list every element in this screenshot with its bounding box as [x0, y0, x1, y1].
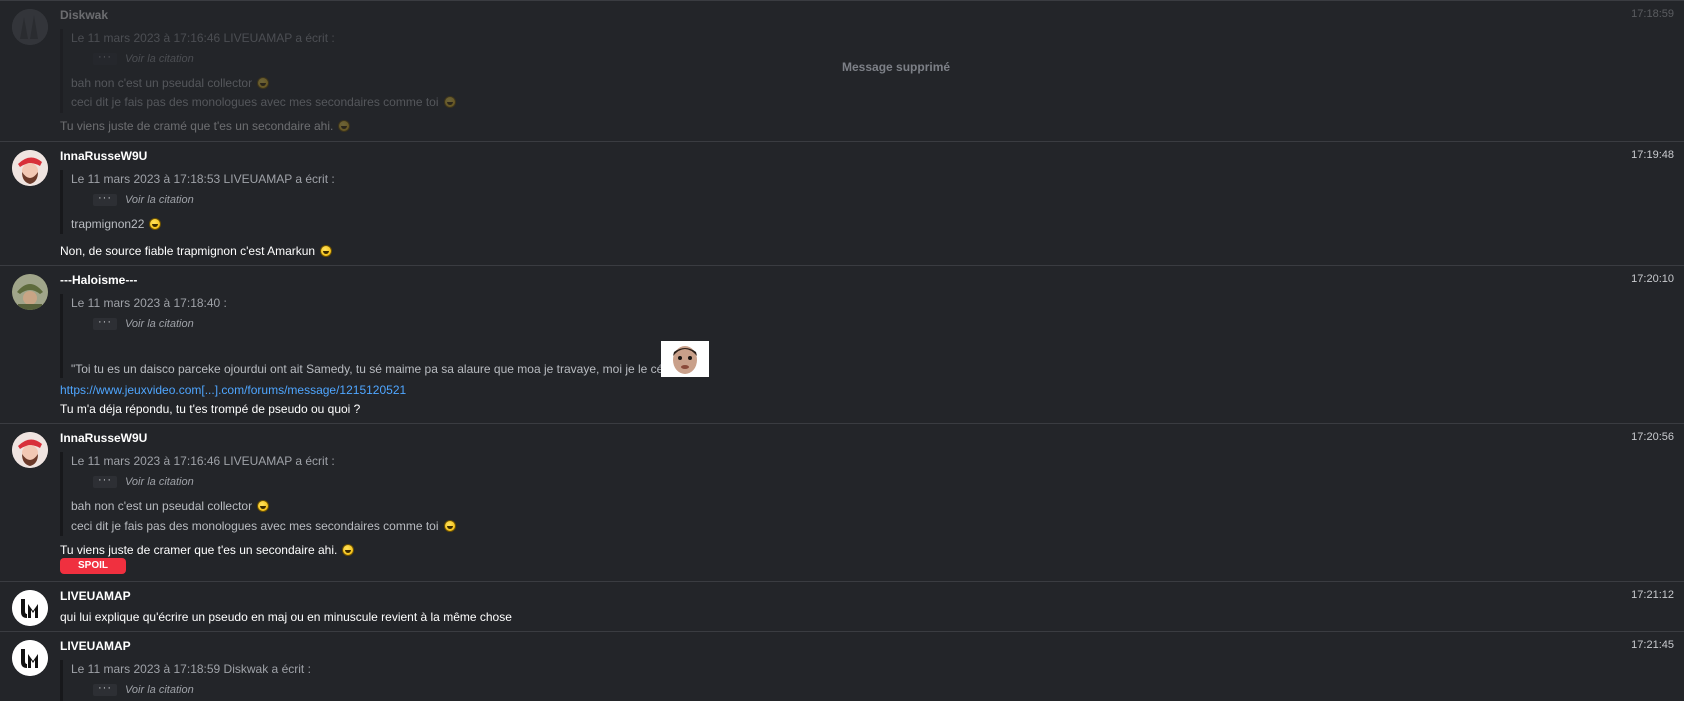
quote-header: Le 11 mars 2023 à 17:16:46 LIVEUAMAP a é… [71, 31, 335, 45]
quote-header: Le 11 mars 2023 à 17:16:46 LIVEUAMAP a é… [71, 454, 335, 468]
message-time: 17:21:45 [1631, 639, 1674, 651]
author-name[interactable]: LIVEUAMAP [60, 589, 131, 603]
author-name[interactable]: InnaRusseW9U [60, 431, 147, 445]
author-name[interactable]: InnaRusseW9U [60, 149, 147, 163]
smiley-icon [149, 218, 162, 230]
message-time: 17:20:10 [1631, 273, 1674, 285]
deleted-message-label: Message supprimé [842, 60, 951, 74]
more-dots-icon: ··· [93, 683, 117, 696]
quote-block: Le 11 mars 2023 à 17:16:46 LIVEUAMAP a é… [60, 452, 480, 536]
quote-line: ceci dit je fais pas des monologues avec… [71, 95, 456, 109]
message-time: 17:20:56 [1631, 431, 1674, 443]
more-dots-icon: ··· [93, 52, 117, 65]
message-time: 17:19:48 [1631, 149, 1674, 161]
message-time: 17:21:12 [1631, 589, 1674, 601]
smiley-icon [443, 520, 456, 532]
view-quote-label: Voir la citation [125, 684, 194, 696]
quote-text: ceci dit je fais pas des monologues avec… [71, 519, 439, 533]
message-item: LIVEUAMAP 17:21:45 Le 11 mars 2023 à 17:… [0, 631, 1684, 701]
liveuamap-logo-icon[interactable] [12, 640, 48, 676]
quote-text: bah non c'est un pseudal collector [71, 499, 253, 513]
view-quote-label: Voir la citation [125, 318, 194, 330]
message-item: LIVEUAMAP 17:21:12 qui lui explique qu'é… [0, 581, 1684, 631]
author-name[interactable]: LIVEUAMAP [60, 639, 131, 653]
more-dots-icon: ··· [93, 475, 117, 488]
message-item: InnaRusseW9U 17:19:48 Le 11 mars 2023 à … [0, 141, 1684, 265]
message-text: qui lui explique qu'écrire un pseudo en … [60, 610, 512, 624]
message-text: Non, de source fiable trapmignon c'est A… [60, 244, 333, 258]
quote-block: Le 11 mars 2023 à 17:18:40 : ··· Voir la… [60, 294, 720, 378]
quote-source-link[interactable]: https://www.jeuxvideo.com[...].com/forum… [60, 383, 406, 397]
message-time: 17:18:59 [1631, 8, 1674, 20]
message-line: Non, de source fiable trapmignon c'est A… [60, 244, 316, 258]
quote-block: Le 11 mars 2023 à 17:16:46 LIVEUAMAP a é… [60, 29, 480, 113]
message-item: Diskwak 17:18:59 Le 11 mars 2023 à 17:16… [0, 0, 1684, 133]
message-feed: Diskwak 17:18:59 Le 11 mars 2023 à 17:16… [0, 0, 1684, 701]
liveuamap-logo-icon[interactable] [12, 590, 48, 626]
message-text: Tu m'a déja répondu, tu t'es trompé de p… [60, 402, 360, 416]
smiley-icon [257, 77, 270, 89]
quote-text: bah non c'est un pseudal collector [71, 76, 253, 90]
more-dots-icon: ··· [93, 193, 117, 206]
avatar[interactable] [12, 150, 48, 186]
quote-block: Le 11 mars 2023 à 17:18:53 LIVEUAMAP a é… [60, 170, 360, 234]
quote-line: bah non c'est un pseudal collector [71, 76, 270, 90]
view-quote-label: Voir la citation [125, 53, 194, 65]
view-quote-button[interactable]: ··· Voir la citation [93, 52, 194, 65]
more-dots-icon: ··· [93, 317, 117, 330]
view-quote-button[interactable]: ··· Voir la citation [93, 683, 194, 696]
author-name[interactable]: Diskwak [60, 8, 108, 22]
smiley-icon [320, 245, 333, 257]
avatar[interactable] [12, 9, 48, 45]
link-text[interactable]: https://www.jeuxvideo.com[...].com/forum… [60, 383, 406, 397]
quote-line: trapmignon22 [71, 217, 162, 231]
smiley-icon [342, 544, 355, 556]
message-item: InnaRusseW9U 17:20:56 Le 11 mars 2023 à … [0, 423, 1684, 581]
author-name[interactable]: ---Haloisme--- [60, 273, 137, 287]
view-quote-button[interactable]: ··· Voir la citation [93, 317, 194, 330]
view-quote-button[interactable]: ··· Voir la citation [93, 193, 194, 206]
quote-text: trapmignon22 [71, 217, 145, 231]
view-quote-label: Voir la citation [125, 476, 194, 488]
message-line: qui lui explique qu'écrire un pseudo en … [60, 610, 512, 624]
smiley-icon [338, 120, 351, 132]
quote-header: Le 11 mars 2023 à 17:18:53 LIVEUAMAP a é… [71, 172, 335, 186]
message-item: ---Haloisme--- 17:20:10 Le 11 mars 2023 … [0, 265, 1684, 423]
quote-block: Le 11 mars 2023 à 17:18:59 Diskwak a écr… [60, 660, 360, 701]
message-line: Tu viens juste de cramé que t'es un seco… [60, 119, 334, 133]
quote-header: Le 11 mars 2023 à 17:18:40 : [71, 296, 227, 310]
message-line: Tu m'a déja répondu, tu t'es trompé de p… [60, 402, 361, 416]
smiley-icon [257, 500, 270, 512]
avatar[interactable] [12, 432, 48, 468]
quote-line: ceci dit je fais pas des monologues avec… [71, 519, 456, 533]
spoil-button[interactable]: SPOIL [60, 558, 126, 574]
smiley-icon [443, 96, 456, 108]
quote-line: bah non c'est un pseudal collector [71, 499, 270, 513]
message-line: Tu viens juste de cramer que t'es un sec… [60, 543, 338, 557]
quote-text: ceci dit je fais pas des monologues avec… [71, 95, 439, 109]
quote-line: "Toi tu es un daisco parceke ojourdui on… [71, 362, 668, 376]
quote-text: "Toi tu es un daisco parceke ojourdui on… [71, 362, 668, 376]
message-text: Tu viens juste de cramé que t'es un seco… [60, 119, 351, 133]
face-sticker-icon [661, 341, 709, 377]
view-quote-button[interactable]: ··· Voir la citation [93, 475, 194, 488]
message-text: Tu viens juste de cramer que t'es un sec… [60, 543, 355, 557]
view-quote-label: Voir la citation [125, 194, 194, 206]
avatar[interactable] [12, 274, 48, 310]
quote-header: Le 11 mars 2023 à 17:18:59 Diskwak a écr… [71, 662, 311, 676]
